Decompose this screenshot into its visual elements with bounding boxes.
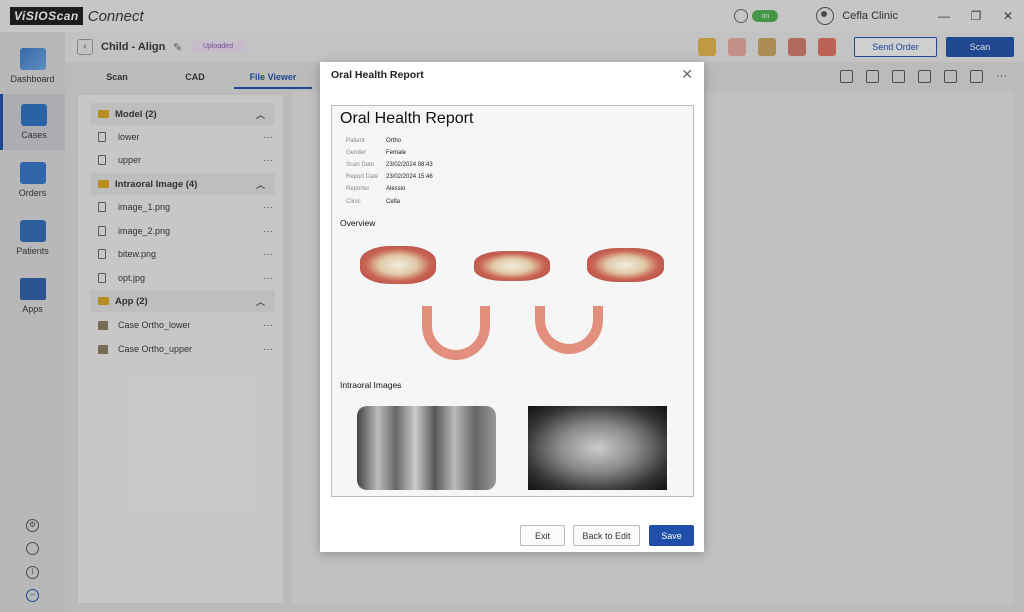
- report-dialog: Oral Health Report ✕ Oral Health Report …: [320, 62, 704, 552]
- exit-button[interactable]: Exit: [520, 525, 565, 546]
- save-button[interactable]: Save: [649, 525, 694, 546]
- field-value: Alessio: [386, 186, 406, 192]
- field-label: Reporter: [346, 186, 370, 192]
- bitewing-xray-image: [357, 406, 496, 490]
- close-icon[interactable]: ✕: [681, 66, 693, 83]
- report-title: Oral Health Report: [340, 110, 474, 127]
- field-value: Ortho: [386, 138, 402, 144]
- back-to-edit-label: Back to Edit: [582, 530, 631, 541]
- left-view-image: [587, 248, 664, 282]
- front-view-image: [474, 251, 550, 281]
- intraoral-heading: Intraoral Images: [340, 380, 402, 390]
- field-label: Scan Date: [346, 162, 375, 168]
- dialog-title: Oral Health Report: [331, 69, 424, 81]
- right-view-image: [360, 246, 436, 284]
- field-label: Clinic: [346, 199, 361, 205]
- overview-heading: Overview: [340, 218, 376, 228]
- field-value: 23/02/2024 15:46: [386, 174, 433, 180]
- lower-arch-image: [535, 306, 603, 354]
- save-label: Save: [661, 530, 682, 541]
- back-to-edit-button[interactable]: Back to Edit: [573, 525, 640, 546]
- field-label: Patient: [346, 138, 365, 144]
- panoramic-xray-image: [528, 406, 667, 490]
- field-value: 23/02/2024 08:43: [386, 162, 433, 168]
- report-preview[interactable]: Oral Health Report Patient Ortho Gender …: [331, 105, 694, 497]
- upper-arch-image: [422, 306, 490, 360]
- exit-label: Exit: [534, 530, 550, 541]
- field-value: Female: [386, 150, 407, 156]
- field-label: Gender: [346, 150, 367, 156]
- field-value: Cefla: [386, 199, 401, 205]
- field-label: Report Date: [346, 174, 379, 180]
